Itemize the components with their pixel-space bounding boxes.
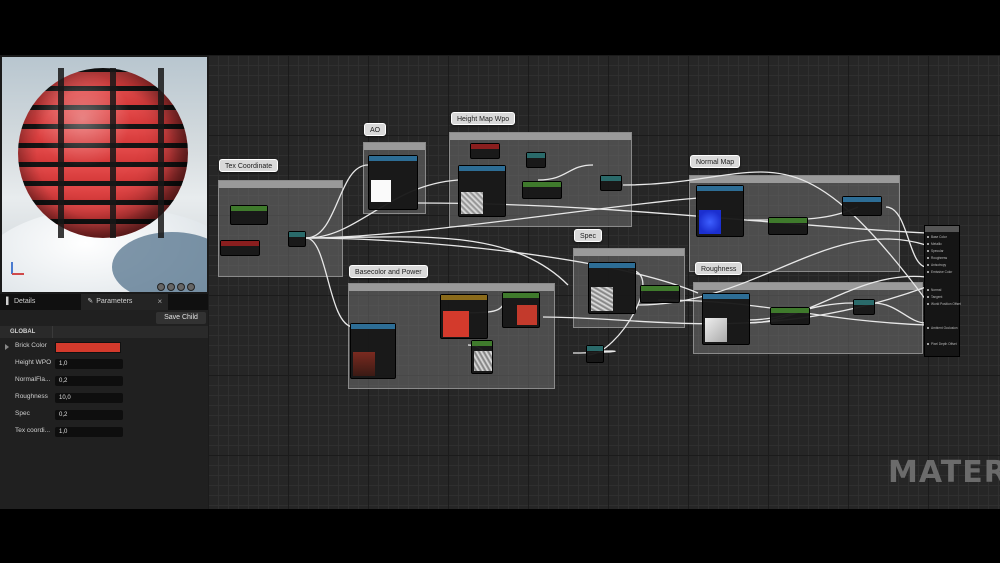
save-child-button[interactable]: Save Child (156, 312, 206, 324)
details-icon: ▌ (6, 298, 11, 305)
height-wpo-field[interactable]: 1,0 (55, 359, 123, 369)
tab-details[interactable]: ▌ Details (0, 294, 41, 310)
tab-parameters[interactable]: ✎ Parameters × (81, 294, 169, 310)
viewport-preview-shapes[interactable] (157, 283, 195, 291)
expand-arrow-icon[interactable] (5, 344, 9, 350)
node-height-param[interactable] (470, 143, 500, 159)
node-basecolor-texture-sample[interactable] (350, 323, 396, 379)
node-normal-texture-sample[interactable] (696, 185, 744, 237)
node-graph-canvas[interactable]: Tex Coordinate AO Height Map Wpo Normal … (208, 55, 1000, 509)
roughness-field[interactable]: 10,0 (55, 393, 123, 403)
node-spec-texture-sample[interactable] (588, 262, 636, 314)
node-basecolor-desaturate[interactable] (471, 340, 493, 374)
sphere-preview-icon[interactable] (157, 283, 165, 291)
watermark-text: MATERIA (888, 455, 1000, 490)
node-height-append[interactable] (526, 152, 546, 168)
param-row-spec: Spec 0,2 (0, 407, 208, 424)
brick-color-swatch[interactable] (55, 342, 121, 353)
node-spec-param[interactable] (640, 285, 680, 303)
param-row-tex-coordinate: Tex coordi... 1,0 (0, 424, 208, 441)
cube-preview-icon[interactable] (167, 283, 175, 291)
node-multiply[interactable] (288, 231, 306, 247)
node-material-output[interactable]: Base Color Metallic Specular Roughness A… (924, 225, 961, 357)
normal-flatness-field[interactable]: 0,2 (55, 376, 123, 386)
node-ao-texture-sample[interactable] (368, 155, 418, 210)
preview-sphere (18, 68, 188, 238)
node-basecolor-multiply[interactable] (502, 292, 540, 328)
node-spec-multiply[interactable] (586, 345, 604, 363)
node-height-multiply[interactable] (600, 175, 622, 191)
node-roughness-param[interactable] (770, 307, 810, 325)
parameters-panel: Save Child GLOBAL Brick Color Height WPO… (0, 310, 208, 509)
group-header-global[interactable]: GLOBAL (0, 326, 208, 338)
material-editor: ▌ Details ✎ Parameters × Save Child GLOB… (0, 55, 1000, 509)
node-roughness-texture-sample[interactable] (702, 293, 750, 345)
node-roughness-multiply[interactable] (853, 299, 875, 315)
tex-coordinate-field[interactable]: 1,0 (55, 427, 123, 437)
node-height-scalar[interactable] (522, 181, 562, 199)
node-normal-flatness-param[interactable] (768, 217, 808, 235)
node-height-texture-sample[interactable] (458, 165, 506, 217)
node-texcoord-param[interactable] (220, 240, 260, 256)
node-brick-color-param[interactable] (440, 294, 488, 339)
panel-tabs: ▌ Details ✎ Parameters × (0, 294, 208, 310)
node-tex-coordinate[interactable] (230, 205, 268, 225)
param-row-normal-flatness: NormalFla... 0,2 (0, 373, 208, 390)
close-icon[interactable]: × (157, 294, 162, 310)
pencil-icon: ✎ (87, 298, 94, 305)
param-row-brick-color: Brick Color (0, 339, 208, 356)
preview-viewport[interactable] (2, 57, 207, 292)
axis-gizmo-icon (10, 262, 24, 276)
param-row-roughness: Roughness 10,0 (0, 390, 208, 407)
plane-preview-icon[interactable] (177, 283, 185, 291)
param-row-height-wpo: Height WPO 1,0 (0, 356, 208, 373)
cylinder-preview-icon[interactable] (187, 283, 195, 291)
node-flatten-normal[interactable] (842, 196, 882, 216)
spec-field[interactable]: 0,2 (55, 410, 123, 420)
